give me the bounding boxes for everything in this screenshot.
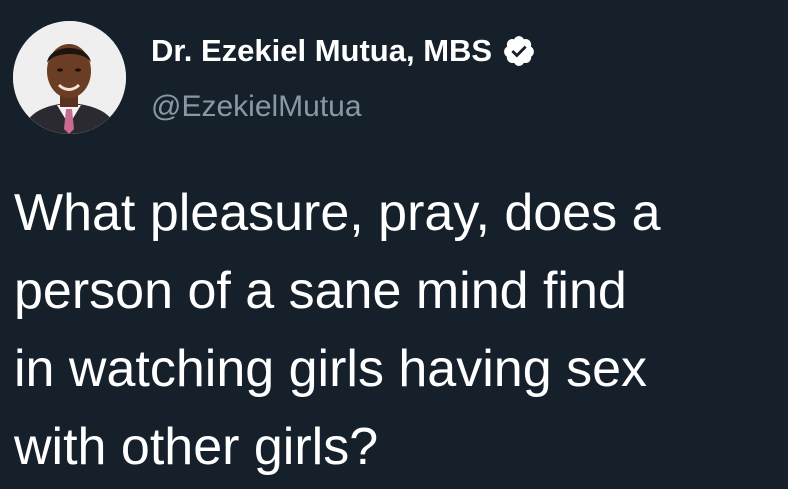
verified-badge-icon (502, 34, 536, 68)
profile-photo-icon (13, 21, 126, 134)
author-handle[interactable]: @EzekielMutua (151, 90, 362, 124)
author-name-row: Dr. Ezekiel Mutua, MBS (151, 33, 536, 69)
author-display-name[interactable]: Dr. Ezekiel Mutua, MBS (151, 33, 492, 69)
tweet-text: What pleasure, pray, does a person of a … (14, 174, 780, 486)
tweet-text-line: What pleasure, pray, does a (14, 184, 661, 242)
tweet-text-line: with other girls? (14, 418, 379, 476)
tweet-text-line: person of a sane mind find (14, 262, 627, 320)
tweet-text-line: in watching girls having sex (14, 340, 647, 398)
avatar[interactable] (13, 21, 126, 134)
tweet-card: Dr. Ezekiel Mutua, MBS @EzekielMutua Wha… (0, 0, 788, 489)
